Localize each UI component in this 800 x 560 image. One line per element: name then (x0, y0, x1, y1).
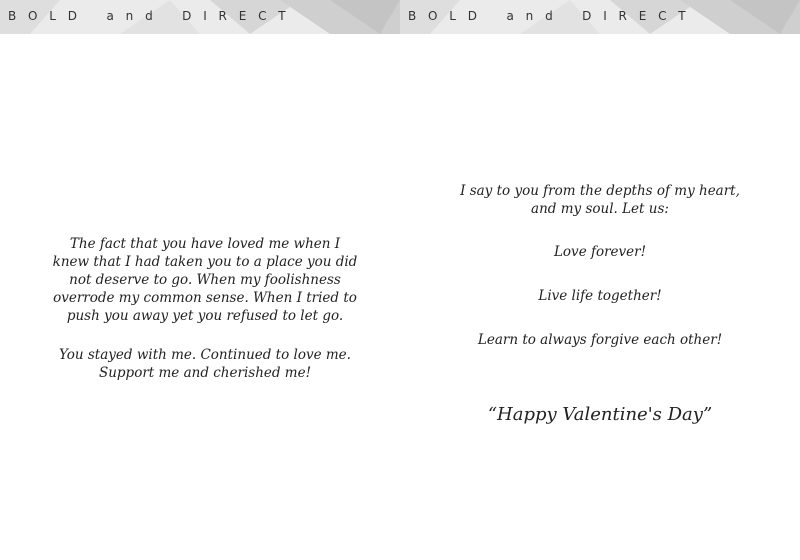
left-page: The fact that you have loved me when I k… (0, 34, 400, 560)
right-line-forgive: Learn to always forgive each other! (477, 332, 723, 348)
header-banner-left: B O L D a n d D I R E C T (0, 0, 400, 34)
header-banner-right: B O L D a n d D I R E C T (400, 0, 800, 34)
right-line-love-forever: Love forever! (553, 244, 647, 260)
right-intro: I say to you from the depths of my heart… (460, 183, 740, 217)
closing-greeting: “Happy Valentine's Day” (487, 404, 713, 425)
banner-text: B O L D a n d D I R E C T (8, 9, 289, 23)
banner-text: B O L D a n d D I R E C T (408, 9, 689, 23)
right-page: I say to you from the depths of my heart… (400, 34, 800, 560)
left-paragraph-1: The fact that you have loved me when I k… (52, 236, 358, 324)
left-paragraph-2: You stayed with me. Continued to love me… (59, 347, 351, 381)
right-line-live-together: Live life together! (538, 288, 662, 304)
